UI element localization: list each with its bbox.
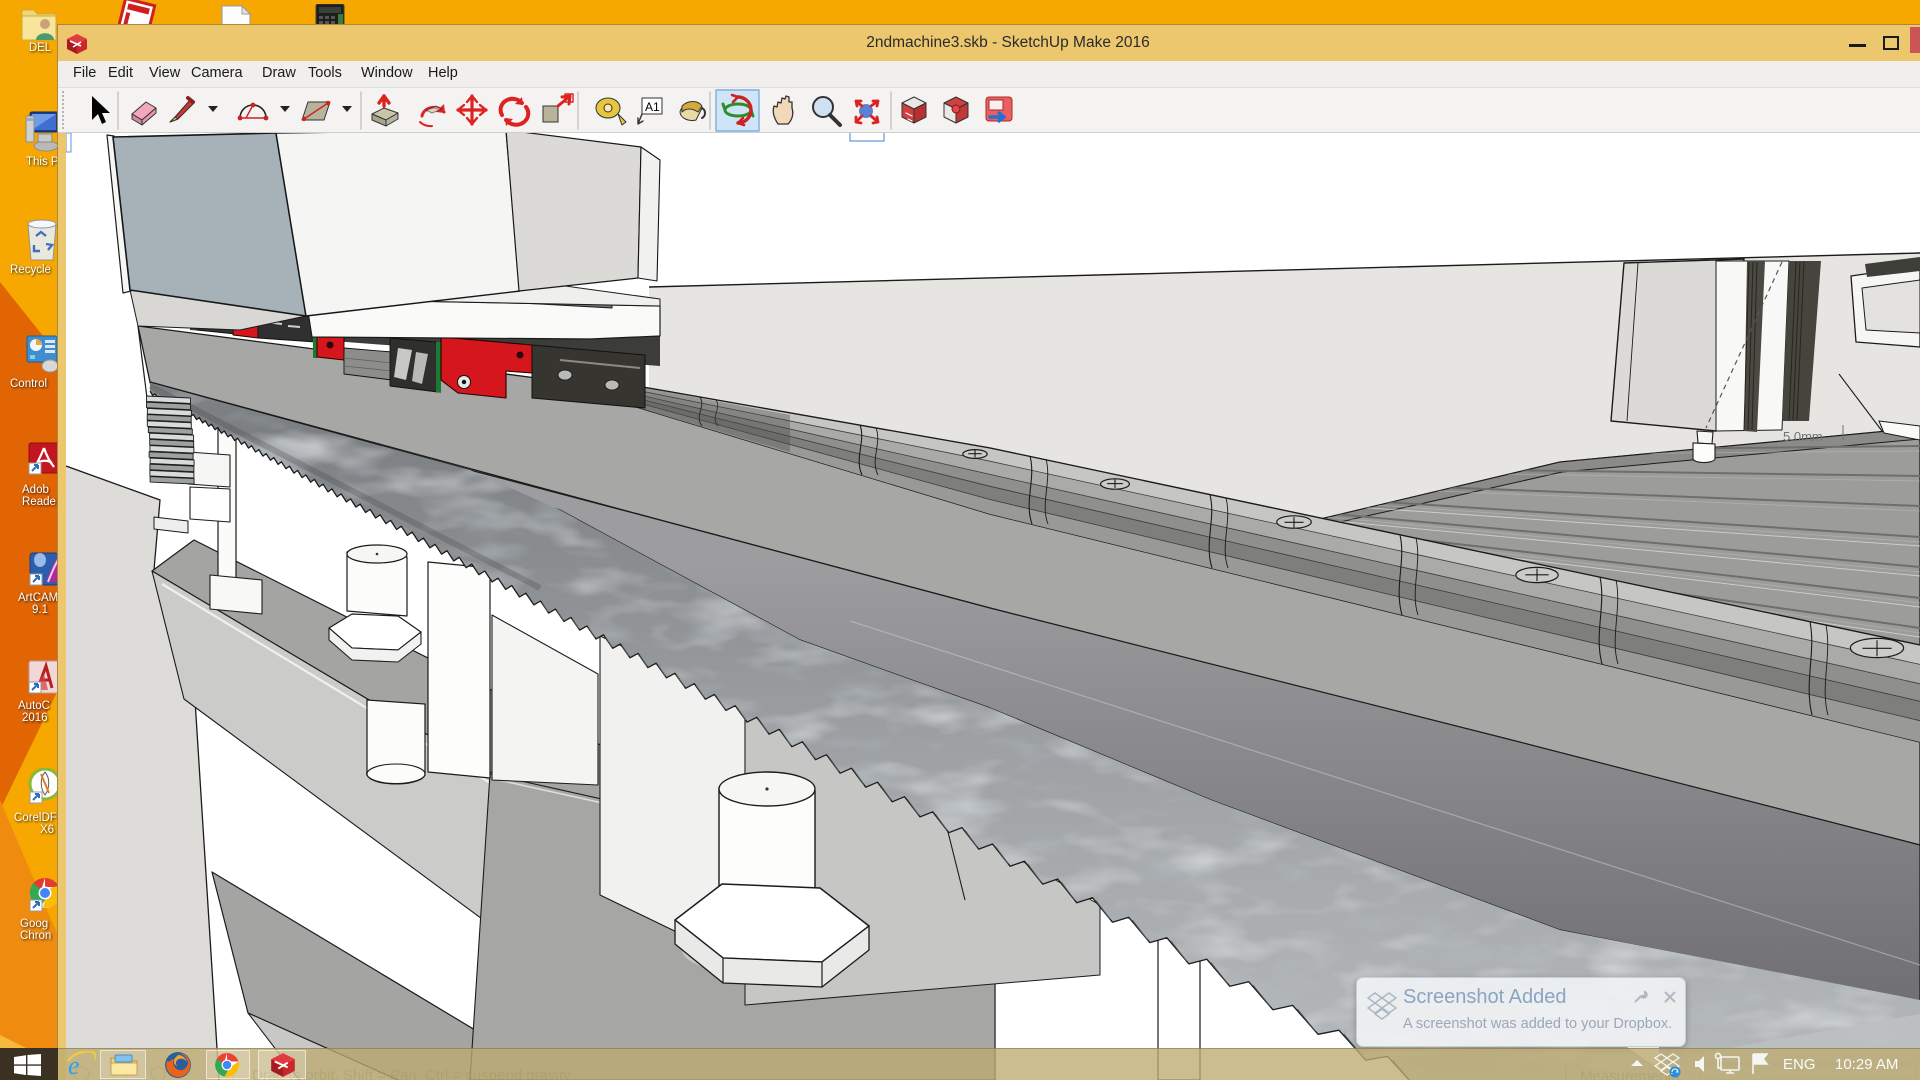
svg-text:5.0mm: 5.0mm: [1783, 429, 1823, 444]
svg-text:ENG: ENG: [1783, 1056, 1816, 1073]
svg-text:10:29 AM: 10:29 AM: [1835, 1056, 1898, 1073]
